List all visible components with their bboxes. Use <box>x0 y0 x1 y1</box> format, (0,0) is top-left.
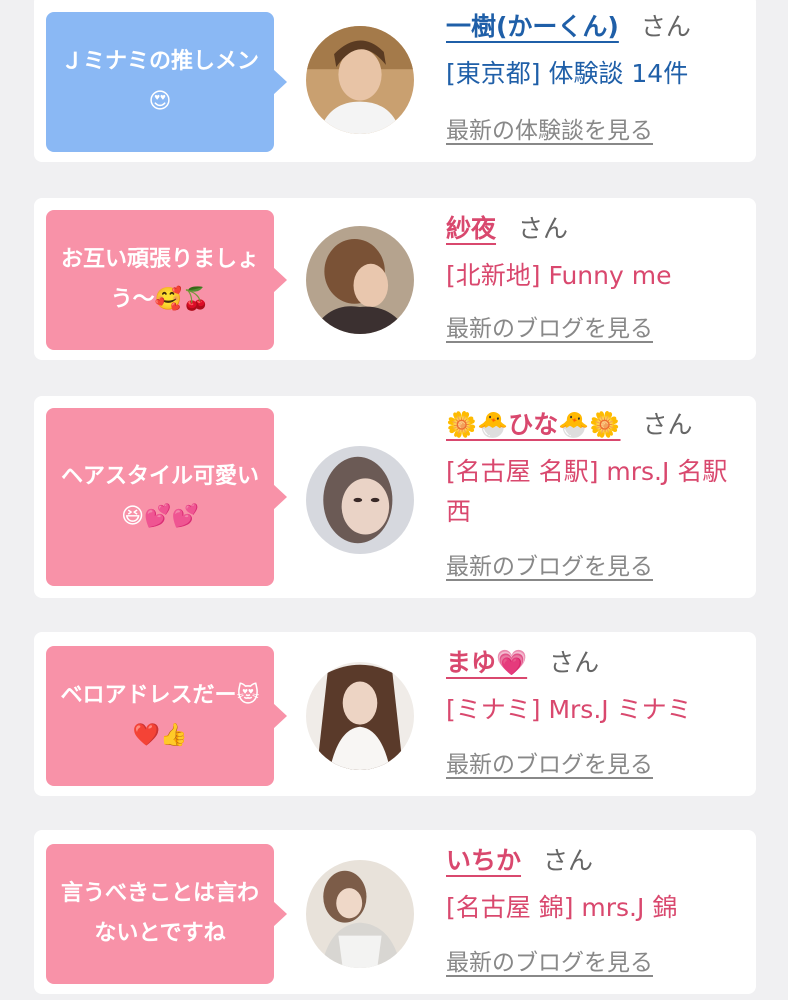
shop-location: [名古屋 名駅] mrs.J 名駅西 <box>446 457 728 526</box>
review-card: ベロアドレスだー😻❤️👍 まゆ💗 さん [ミナミ] Mrs.J ミナミ 最新のブロ… <box>34 632 756 796</box>
avatar-photo <box>306 662 414 770</box>
comment-bubble: Ｊミナミの推しメン😍 <box>46 12 287 152</box>
latest-link[interactable]: 最新のブログを見る <box>446 948 653 978</box>
shop-location: [名古屋 錦] mrs.J 錦 <box>446 893 678 922</box>
latest-link[interactable]: 最新のブログを見る <box>446 314 653 344</box>
shop-location: [北新地] Funny me <box>446 261 672 290</box>
honorific: さん <box>549 648 600 677</box>
avatar[interactable] <box>306 226 414 334</box>
review-card: Ｊミナミの推しメン😍 一樹(かーくん) さん [東京都] 体験談 14件 最新の体… <box>34 0 756 162</box>
avatar-photo <box>306 26 414 134</box>
honorific: さん <box>642 410 693 439</box>
avatar-photo <box>306 446 414 554</box>
avatar-photo <box>306 860 414 968</box>
avatar[interactable] <box>306 860 414 968</box>
shop-location: [ミナミ] Mrs.J ミナミ <box>446 695 692 724</box>
avatar[interactable] <box>306 662 414 770</box>
comment-bubble: ベロアドレスだー😻❤️👍 <box>46 646 287 786</box>
latest-link[interactable]: 最新のブログを見る <box>446 552 653 582</box>
member-name-link[interactable]: 🌼🐣ひな🐣🌼 <box>446 410 621 439</box>
comment-bubble: ヘアスタイル可愛い😆💕💕 <box>46 408 287 586</box>
member-name-link[interactable]: 紗夜 <box>446 214 496 243</box>
shop-location: [東京都] 体験談 14件 <box>446 59 689 88</box>
avatar[interactable] <box>306 446 414 554</box>
review-card: ヘアスタイル可愛い😆💕💕 🌼🐣ひな🐣🌼 さん [名古屋 名駅] mrs.J 名駅西… <box>34 396 756 598</box>
avatar-photo <box>306 226 414 334</box>
review-card: 言うべきことは言わないとですね いちか さん [名古屋 錦] mrs.J 錦 最新… <box>34 830 756 994</box>
latest-link[interactable]: 最新の体験談を見る <box>446 116 653 146</box>
member-name-link[interactable]: まゆ💗 <box>446 648 527 677</box>
honorific: さん <box>640 12 691 41</box>
comment-bubble: 言うべきことは言わないとですね <box>46 844 287 984</box>
honorific: さん <box>543 846 594 875</box>
comment-bubble: お互い頑張りましょう〜🥰🍒 <box>46 210 287 350</box>
honorific: さん <box>518 214 569 243</box>
latest-link[interactable]: 最新のブログを見る <box>446 750 653 780</box>
review-card: お互い頑張りましょう〜🥰🍒 紗夜 さん [北新地] Funny me 最新のブログ… <box>34 198 756 360</box>
member-name-link[interactable]: いちか <box>446 846 521 875</box>
member-name-link[interactable]: 一樹(かーくん) <box>446 12 619 41</box>
avatar[interactable] <box>306 26 414 134</box>
